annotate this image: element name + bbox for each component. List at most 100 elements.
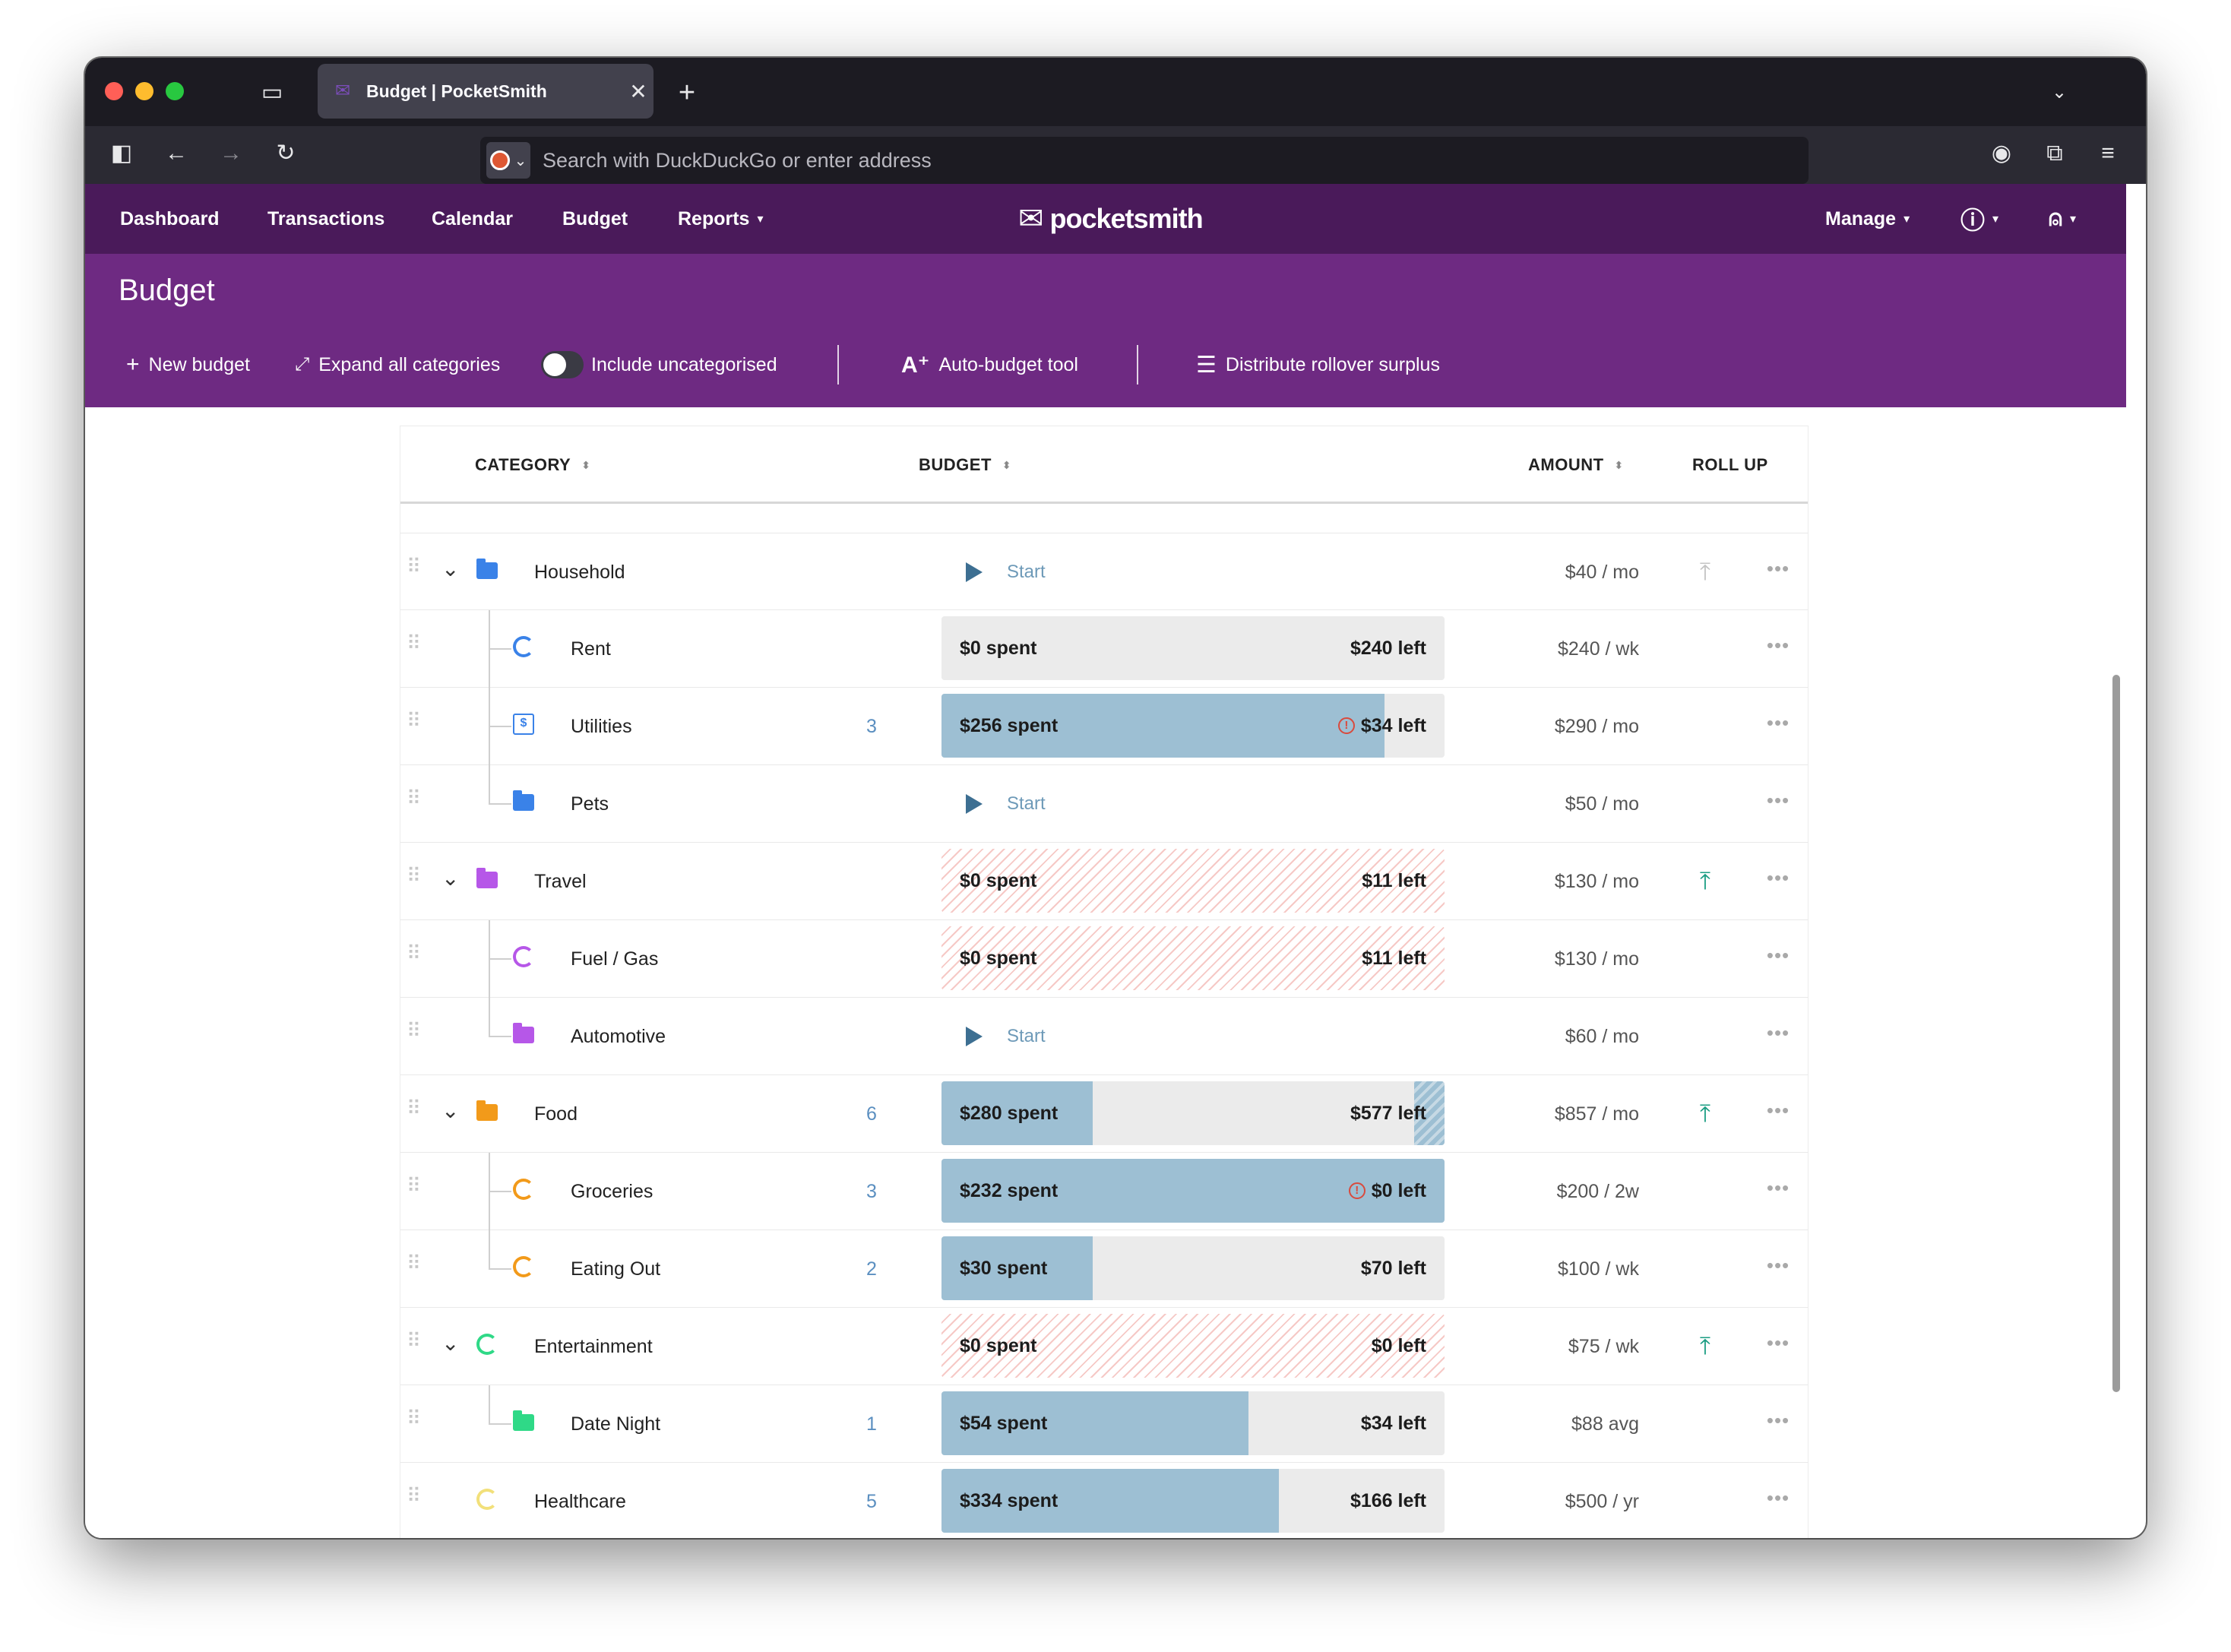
list-all-tabs-chevron-icon[interactable]: ⌄: [2044, 78, 2074, 108]
category-column-header[interactable]: CATEGORY ⬍: [475, 426, 590, 504]
table-row[interactable]: ⠿ Pets Start $50 / mo •••: [400, 765, 1808, 843]
budget-amount[interactable]: $50 / mo: [1495, 765, 1639, 843]
budget-progress-bar[interactable]: $0 spent $11 left: [941, 849, 1445, 913]
drag-handle-icon[interactable]: ⠿: [407, 1098, 423, 1118]
budget-amount[interactable]: $88 avg: [1495, 1385, 1639, 1463]
reload-icon[interactable]: ↻: [271, 138, 301, 169]
extensions-icon[interactable]: ⧉: [2040, 138, 2070, 169]
drag-handle-icon[interactable]: ⠿: [407, 1253, 423, 1273]
table-row[interactable]: ⠿ $ Utilities 3 $256 spent! $34 left $290 / mo…: [400, 688, 1808, 765]
more-options-icon[interactable]: •••: [1759, 688, 1797, 758]
nav-calendar[interactable]: Calendar: [432, 184, 513, 254]
budget-amount[interactable]: $130 / mo: [1495, 920, 1639, 998]
more-options-icon[interactable]: •••: [1759, 533, 1797, 603]
category-name[interactable]: Groceries: [571, 1153, 653, 1230]
category-name[interactable]: Fuel / Gas: [571, 920, 658, 998]
category-name[interactable]: Eating Out: [571, 1230, 660, 1308]
category-name[interactable]: Household: [534, 533, 625, 611]
new-tab-button[interactable]: +: [670, 76, 704, 109]
drag-handle-icon[interactable]: ⠿: [407, 1408, 423, 1428]
start-budget-button[interactable]: Start: [941, 998, 1046, 1075]
table-row[interactable]: ⠿ Eating Out 2 $30 spent $70 left $100 / wk ••…: [400, 1230, 1808, 1308]
table-row[interactable]: ⠿ Rent $0 spent $240 left $240 / wk •••: [400, 610, 1808, 688]
budget-progress-bar[interactable]: $0 spent $240 left: [941, 616, 1445, 680]
pocketsmith-logo[interactable]: ✉ pocketsmith: [1018, 184, 1204, 254]
table-row[interactable]: ⠿ ⌄ Household Start $40 / mo ⤒ •••: [400, 533, 1808, 610]
budget-amount[interactable]: $60 / mo: [1495, 998, 1639, 1075]
back-arrow-icon[interactable]: ←: [161, 138, 191, 169]
close-tab-icon[interactable]: ✕: [623, 79, 653, 104]
table-row[interactable]: ⠿ ⌄ Entertainment $0 spent $0 left $75 / wk ⤒ •…: [400, 1308, 1808, 1385]
auto-budget-button[interactable]: A⁺ Auto-budget tool: [901, 343, 1078, 386]
drag-handle-icon[interactable]: ⠿: [407, 1331, 423, 1350]
drag-handle-icon[interactable]: ⠿: [407, 710, 423, 730]
new-budget-button[interactable]: + New budget: [126, 343, 250, 386]
help-menu[interactable]: ⓘ ▾: [1960, 184, 1998, 254]
close-window-button[interactable]: [105, 82, 123, 100]
budget-progress-bar[interactable]: $54 spent $34 left: [941, 1391, 1445, 1455]
drag-handle-icon[interactable]: ⠿: [407, 1021, 423, 1040]
transaction-count[interactable]: 5: [856, 1463, 887, 1538]
toggle-switch[interactable]: [541, 351, 584, 378]
budget-progress-bar[interactable]: $256 spent! $34 left: [941, 694, 1445, 758]
category-name[interactable]: Date Night: [571, 1385, 660, 1463]
expand-all-button[interactable]: ⤢ Expand all categories: [295, 343, 500, 386]
category-name[interactable]: Pets: [571, 765, 609, 843]
category-name[interactable]: Utilities: [571, 688, 632, 765]
roll-up-icon[interactable]: ⤒: [1686, 533, 1724, 611]
drag-handle-icon[interactable]: ⠿: [407, 1486, 423, 1505]
drag-handle-icon[interactable]: ⠿: [407, 1176, 423, 1195]
more-options-icon[interactable]: •••: [1759, 765, 1797, 835]
more-options-icon[interactable]: •••: [1759, 920, 1797, 990]
more-options-icon[interactable]: •••: [1759, 1230, 1797, 1300]
nav-dashboard[interactable]: Dashboard: [120, 184, 220, 254]
budget-amount[interactable]: $240 / wk: [1495, 610, 1639, 688]
user-menu[interactable]: ⍝ ▾: [2049, 184, 2076, 254]
distribute-rollover-button[interactable]: ☰ Distribute rollover surplus: [1196, 343, 1440, 386]
nav-budget[interactable]: Budget: [562, 184, 628, 254]
forward-arrow-icon[interactable]: →: [216, 138, 246, 169]
table-row[interactable]: ⠿ Fuel / Gas $0 spent $11 left $130 / mo •••: [400, 920, 1808, 998]
budget-progress-bar[interactable]: $334 spent $166 left: [941, 1469, 1445, 1533]
roll-up-icon[interactable]: ⤒: [1686, 843, 1724, 920]
transaction-count[interactable]: 2: [856, 1230, 887, 1308]
nav-manage[interactable]: Manage ▾: [1825, 184, 1910, 254]
more-options-icon[interactable]: •••: [1759, 610, 1797, 680]
budget-amount[interactable]: $75 / wk: [1495, 1308, 1639, 1385]
more-options-icon[interactable]: •••: [1759, 1463, 1797, 1533]
start-budget-button[interactable]: Start: [941, 765, 1046, 843]
menu-icon[interactable]: ≡: [2093, 138, 2123, 169]
nav-reports[interactable]: Reports ▾: [678, 184, 764, 254]
budget-progress-bar[interactable]: $280 spent $577 left: [941, 1081, 1445, 1145]
more-options-icon[interactable]: •••: [1759, 1308, 1797, 1378]
category-name[interactable]: Automotive: [571, 998, 666, 1075]
chevron-down-icon[interactable]: ⌄: [441, 1331, 459, 1356]
account-icon[interactable]: ◉: [1986, 138, 2017, 169]
category-name[interactable]: Healthcare: [534, 1463, 626, 1538]
budget-amount[interactable]: $500 / yr: [1495, 1463, 1639, 1538]
chevron-down-icon[interactable]: ⌄: [441, 1098, 459, 1123]
budget-amount[interactable]: $857 / mo: [1495, 1075, 1639, 1153]
table-row[interactable]: ⠿ Date Night 1 $54 spent $34 left $88 avg •••: [400, 1385, 1808, 1463]
budget-progress-bar[interactable]: $0 spent $11 left: [941, 926, 1445, 990]
budget-amount[interactable]: $290 / mo: [1495, 688, 1639, 765]
drag-handle-icon[interactable]: ⠿: [407, 556, 423, 576]
roll-up-icon[interactable]: ⤒: [1686, 1308, 1724, 1385]
table-row[interactable]: ⠿ Groceries 3 $232 spent! $0 left $200 / 2w ••…: [400, 1153, 1808, 1230]
transaction-count[interactable]: 6: [856, 1075, 887, 1153]
budget-amount[interactable]: $40 / mo: [1495, 533, 1639, 611]
budget-progress-bar[interactable]: $30 spent $70 left: [941, 1236, 1445, 1300]
search-engine-selector[interactable]: ⌄: [486, 142, 530, 179]
budget-amount[interactable]: $130 / mo: [1495, 843, 1639, 920]
table-row[interactable]: ⠿ Automotive Start $60 / mo •••: [400, 998, 1808, 1075]
budget-progress-bar[interactable]: $0 spent $0 left: [941, 1314, 1445, 1378]
more-options-icon[interactable]: •••: [1759, 843, 1797, 913]
drag-handle-icon[interactable]: ⠿: [407, 943, 423, 963]
more-options-icon[interactable]: •••: [1759, 998, 1797, 1068]
nav-transactions[interactable]: Transactions: [267, 184, 384, 254]
budget-progress-bar[interactable]: $232 spent! $0 left: [941, 1159, 1445, 1223]
drag-handle-icon[interactable]: ⠿: [407, 866, 423, 885]
more-options-icon[interactable]: •••: [1759, 1385, 1797, 1455]
transaction-count[interactable]: 1: [856, 1385, 887, 1463]
sidebar-toggle-icon[interactable]: ◧: [106, 138, 137, 169]
